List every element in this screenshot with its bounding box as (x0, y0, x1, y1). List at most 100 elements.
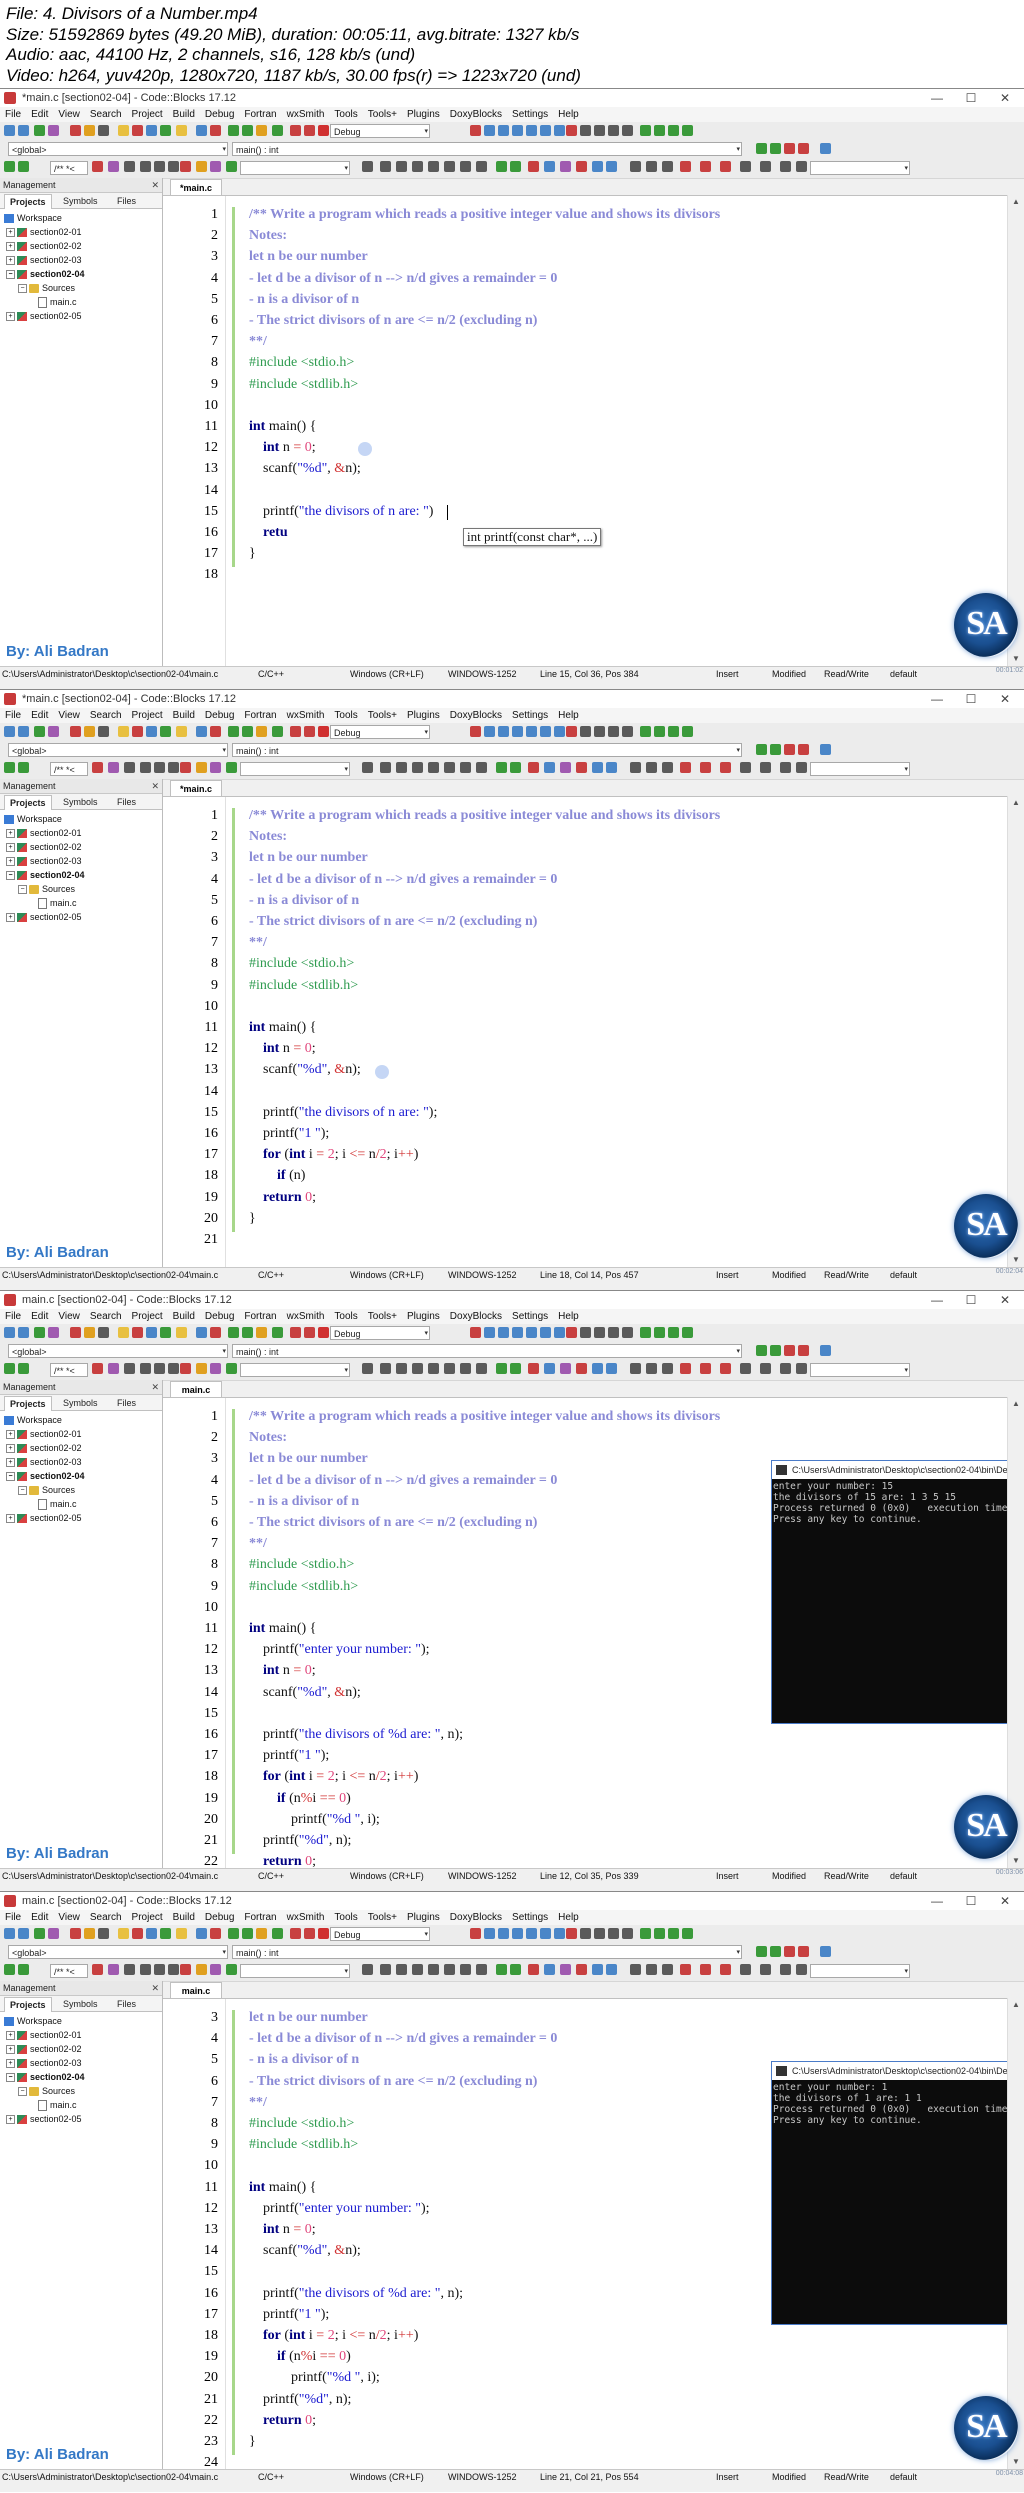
scope-global-select[interactable]: <global> ▾ (8, 743, 228, 757)
menu-plugins[interactable]: Plugins (402, 1309, 445, 1324)
main-tool-icon[interactable] (512, 1327, 523, 1338)
menu-view[interactable]: View (53, 1309, 85, 1324)
main-tool-icon[interactable] (48, 1327, 59, 1338)
edit-tool-icon[interactable] (362, 161, 373, 172)
scope-global-select[interactable]: <global> ▾ (8, 1344, 228, 1358)
edit-tool-icon[interactable] (196, 762, 207, 773)
edit-tool-icon[interactable] (154, 161, 165, 172)
code-line[interactable]: printf("1 "); (249, 1748, 329, 1764)
expand-icon[interactable]: + (6, 2059, 15, 2069)
edit-tool-icon[interactable] (592, 161, 603, 172)
edit-tool-icon[interactable] (168, 762, 179, 773)
main-tool-icon[interactable] (160, 125, 171, 136)
main-tool-icon[interactable] (580, 726, 591, 737)
tree-project-section02-05[interactable]: + section02-05 (6, 1511, 82, 1525)
main-tool-icon[interactable] (484, 125, 495, 136)
tree-project-section02-02[interactable]: + section02-02 (6, 1441, 82, 1455)
menu-doxyblocks[interactable]: DoxyBlocks (445, 107, 507, 122)
code-line[interactable]: scanf("%d", &n); (249, 2243, 361, 2259)
code-line[interactable]: int n = 0; (249, 1041, 316, 1057)
edit-tool-icon[interactable] (700, 161, 711, 172)
scope-tool-icon[interactable] (798, 143, 809, 154)
edit-tool-icon[interactable] (476, 1964, 487, 1975)
main-tool-icon[interactable] (682, 1327, 693, 1338)
edit-tool-icon[interactable] (380, 762, 391, 773)
main-tool-icon[interactable] (4, 1327, 15, 1338)
expand-icon[interactable]: + (6, 913, 15, 923)
main-tool-icon[interactable] (526, 1928, 537, 1939)
main-tool-icon[interactable] (4, 125, 15, 136)
search-combo[interactable]: ▾ (240, 161, 350, 175)
edit-tool-icon[interactable] (476, 1363, 487, 1374)
menu-tools[interactable]: Tools (329, 1910, 362, 1925)
main-tool-icon[interactable] (18, 726, 29, 737)
main-tool-icon[interactable] (622, 726, 633, 737)
code-line[interactable]: printf("1 "); (249, 2307, 329, 2323)
edit-tool-icon[interactable] (18, 1964, 29, 1975)
edit-tool-icon[interactable] (720, 1363, 731, 1374)
editor-scrollbar[interactable]: ▲ ▼ (1007, 796, 1024, 1267)
main-tool-icon[interactable] (498, 1928, 509, 1939)
main-tool-icon[interactable] (554, 1327, 565, 1338)
code-line[interactable]: printf("%d", n); (249, 1833, 351, 1849)
edit-tool-icon[interactable] (560, 762, 571, 773)
main-tool-icon[interactable] (554, 726, 565, 737)
main-tool-icon[interactable] (256, 726, 267, 737)
main-tool-icon[interactable] (622, 1327, 633, 1338)
main-tool-icon[interactable] (34, 125, 45, 136)
edit-tool-icon[interactable] (646, 1363, 657, 1374)
main-tool-icon[interactable] (318, 125, 329, 136)
code-line[interactable]: - let d be a divisor of n --> n/d gives … (249, 872, 557, 888)
code-line[interactable]: Notes: (249, 228, 287, 244)
close-button[interactable]: ✕ (988, 1892, 1022, 1910)
edit-tool-icon[interactable] (740, 762, 751, 773)
main-tool-icon[interactable] (566, 1327, 577, 1338)
edit-tool-icon[interactable] (460, 1363, 471, 1374)
tree-project-section02-01[interactable]: + section02-01 (6, 225, 82, 239)
edit-tool-icon[interactable] (210, 762, 221, 773)
code-line[interactable]: - let d be a divisor of n --> n/d gives … (249, 271, 557, 287)
edit-tool-icon[interactable] (168, 1363, 179, 1374)
edit-tool-icon[interactable] (780, 1363, 791, 1374)
main-tool-icon[interactable] (682, 726, 693, 737)
scope-tool-icon[interactable] (756, 1345, 767, 1356)
edit-tool-icon[interactable] (4, 1964, 15, 1975)
menu-help[interactable]: Help (553, 1910, 584, 1925)
edit-tool-icon[interactable] (544, 762, 555, 773)
build-target-select[interactable]: Debug ▾ (330, 1927, 430, 1941)
tab-projects[interactable]: Projects (4, 795, 52, 810)
main-tool-icon[interactable] (484, 1327, 495, 1338)
code-line[interactable]: - The strict divisors of n are <= n/2 (e… (249, 1515, 537, 1531)
main-tool-icon[interactable] (196, 1327, 207, 1338)
menu-debug[interactable]: Debug (200, 1910, 239, 1925)
code-line[interactable]: int n = 0; (249, 440, 316, 456)
main-tool-icon[interactable] (256, 125, 267, 136)
editor-scrollbar[interactable]: ▲ ▼ (1007, 1998, 1024, 2469)
menu-fortran[interactable]: Fortran (239, 107, 281, 122)
edit-tool-icon[interactable] (108, 1363, 119, 1374)
menu-project[interactable]: Project (127, 1309, 168, 1324)
code-line[interactable]: printf("the divisors of %d are: ", n); (249, 2286, 463, 2302)
edit-tool-icon[interactable] (576, 762, 587, 773)
collapse-icon[interactable]: − (6, 871, 15, 881)
tree-project-section02-02[interactable]: + section02-02 (6, 239, 82, 253)
code-line[interactable]: #include <stdio.h> (249, 956, 354, 972)
main-tool-icon[interactable] (566, 726, 577, 737)
scroll-down-icon[interactable]: ▼ (1008, 1854, 1024, 1868)
close-icon[interactable]: ✕ (151, 1380, 159, 1394)
edit-tool-icon[interactable] (662, 1964, 673, 1975)
code-line[interactable]: /** Write a program which reads a positi… (249, 207, 720, 223)
edit-tool-icon[interactable] (4, 161, 15, 172)
code-line[interactable]: } (249, 546, 256, 562)
code-line[interactable]: Notes: (249, 829, 287, 845)
code-line[interactable]: /** Write a program which reads a positi… (249, 1409, 720, 1425)
main-tool-icon[interactable] (682, 125, 693, 136)
main-tool-icon[interactable] (196, 726, 207, 737)
edit-tool-icon[interactable] (140, 1363, 151, 1374)
code-line[interactable]: let n be our number (249, 1451, 368, 1467)
edit-tool-icon[interactable] (662, 161, 673, 172)
code-editor[interactable]: 1 2 3 4 5 6 7 8 9 10 11 12 13 14 15 16 17 18 19 20 21 22 /** … (163, 1397, 1008, 1869)
search-combo[interactable]: ▾ (240, 1964, 350, 1978)
collapse-icon[interactable]: − (6, 2073, 15, 2083)
edit-tool-icon[interactable] (396, 1363, 407, 1374)
